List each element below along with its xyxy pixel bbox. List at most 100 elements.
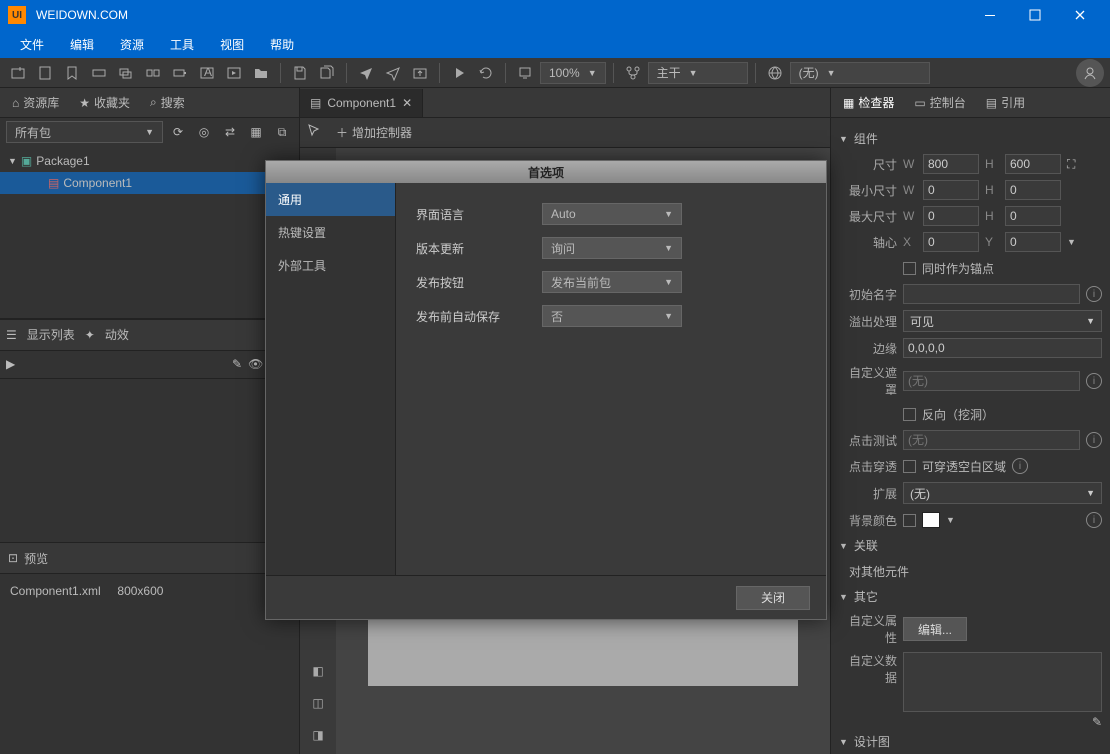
- movie-icon[interactable]: [222, 61, 246, 85]
- menu-file[interactable]: 文件: [8, 32, 56, 57]
- overflow-select[interactable]: 可见▼: [903, 310, 1102, 332]
- package-filter-dropdown[interactable]: 所有包▼: [6, 121, 163, 143]
- label-icon[interactable]: [87, 61, 111, 85]
- align-right-icon[interactable]: ◨: [305, 722, 331, 748]
- hitthrough-checkbox[interactable]: 可穿透空白区域: [903, 458, 1006, 475]
- info-icon[interactable]: i: [1086, 432, 1102, 448]
- eyelash-icon[interactable]: 👁: [248, 357, 263, 371]
- text-icon[interactable]: A: [195, 61, 219, 85]
- color-swatch[interactable]: [922, 512, 940, 528]
- bookmark-icon[interactable]: [60, 61, 84, 85]
- minh-input[interactable]: [1005, 180, 1061, 200]
- swap-icon[interactable]: ⇄: [219, 121, 241, 143]
- battery-icon[interactable]: [168, 61, 192, 85]
- globe-icon[interactable]: [763, 61, 787, 85]
- edit-data-icon[interactable]: ✎: [1092, 715, 1102, 729]
- maxw-input[interactable]: [923, 206, 979, 226]
- tree-component[interactable]: ▤ Component1: [0, 172, 299, 194]
- tab-inspector[interactable]: ▦检查器: [835, 90, 902, 115]
- minw-input[interactable]: [923, 180, 979, 200]
- add-controller-button[interactable]: ＋ 增加控制器: [328, 124, 420, 141]
- section-relation[interactable]: ▼关联: [839, 533, 1102, 558]
- margin-input[interactable]: [903, 338, 1102, 358]
- save-icon[interactable]: [288, 61, 312, 85]
- tab-references[interactable]: ▤引用: [978, 90, 1033, 115]
- user-avatar[interactable]: [1076, 59, 1104, 87]
- edit-icon[interactable]: ✎: [232, 357, 242, 371]
- info-icon[interactable]: i: [1086, 512, 1102, 528]
- save-all-icon[interactable]: [315, 61, 339, 85]
- upload-icon[interactable]: [408, 61, 432, 85]
- menu-help[interactable]: 帮助: [258, 32, 306, 57]
- menu-edit[interactable]: 编辑: [58, 32, 106, 57]
- publish-all-icon[interactable]: [381, 61, 405, 85]
- hittest-input[interactable]: [903, 430, 1080, 450]
- height-input[interactable]: [1005, 154, 1061, 174]
- folder-icon[interactable]: [249, 61, 273, 85]
- refresh-icon[interactable]: [474, 61, 498, 85]
- reverse-checkbox[interactable]: 反向（挖洞）: [903, 406, 994, 423]
- document-tab[interactable]: ▤ Component1 ✕: [300, 89, 423, 117]
- publish-select[interactable]: 发布当前包▼: [542, 271, 682, 293]
- info-icon[interactable]: i: [1086, 286, 1102, 302]
- pivotx-input[interactable]: [923, 232, 979, 252]
- minimize-button[interactable]: [967, 0, 1012, 30]
- side-general[interactable]: 通用: [266, 183, 395, 216]
- package-tree[interactable]: ▼ ▣ Package1 ▤ Component1: [0, 146, 299, 319]
- arrow-tool-icon[interactable]: [306, 123, 322, 142]
- align-left-icon[interactable]: ◧: [305, 658, 331, 684]
- tree-package[interactable]: ▼ ▣ Package1: [0, 150, 299, 172]
- tab-console[interactable]: ▭控制台: [906, 90, 973, 115]
- zoom-dropdown[interactable]: 100%▼: [540, 62, 606, 84]
- menu-resource[interactable]: 资源: [108, 32, 156, 57]
- section-other[interactable]: ▼其它: [839, 584, 1102, 609]
- menu-view[interactable]: 视图: [208, 32, 256, 57]
- lang-select[interactable]: Auto▼: [542, 203, 682, 225]
- edit-button[interactable]: 编辑...: [903, 617, 967, 641]
- menu-tool[interactable]: 工具: [158, 32, 206, 57]
- close-tab-icon[interactable]: ✕: [402, 96, 412, 110]
- device-icon[interactable]: [513, 61, 537, 85]
- bgcolor-checkbox[interactable]: [903, 514, 916, 527]
- stack-icon[interactable]: [114, 61, 138, 85]
- new-package-icon[interactable]: [6, 61, 30, 85]
- extend-select[interactable]: (无)▼: [903, 482, 1102, 504]
- display-list[interactable]: [0, 379, 299, 543]
- sync-icon[interactable]: ⟳: [167, 121, 189, 143]
- locale-dropdown[interactable]: (无)▼: [790, 62, 930, 84]
- pivot-anchor-checkbox[interactable]: 同时作为锚点: [903, 260, 994, 277]
- tab-effects[interactable]: 动效: [105, 326, 129, 343]
- copy-icon[interactable]: ⧉: [271, 121, 293, 143]
- tab-favorites[interactable]: ★收藏夹: [73, 90, 136, 115]
- pivoty-input[interactable]: [1005, 232, 1061, 252]
- close-dialog-button[interactable]: 关闭: [736, 586, 810, 610]
- target-icon[interactable]: ◎: [193, 121, 215, 143]
- update-select[interactable]: 询问▼: [542, 237, 682, 259]
- pivot-dropdown-icon[interactable]: ▼: [1067, 237, 1076, 247]
- info-icon[interactable]: i: [1086, 373, 1102, 389]
- width-input[interactable]: [923, 154, 979, 174]
- tab-display-list[interactable]: 显示列表: [27, 326, 75, 343]
- autosave-select[interactable]: 否▼: [542, 305, 682, 327]
- publish-icon[interactable]: [354, 61, 378, 85]
- color-dropdown-icon[interactable]: ▼: [946, 515, 955, 525]
- tab-library[interactable]: ⌂资源库: [6, 90, 65, 115]
- maxh-input[interactable]: [1005, 206, 1061, 226]
- mask-input[interactable]: [903, 371, 1080, 391]
- new-component-icon[interactable]: [33, 61, 57, 85]
- section-design[interactable]: ▼设计图: [839, 729, 1102, 754]
- custom-data-textarea[interactable]: [903, 652, 1102, 712]
- expand-icon[interactable]: ▼: [8, 156, 17, 166]
- expand-icon[interactable]: ⛶: [1067, 157, 1075, 172]
- layout-icon[interactable]: ▦: [245, 121, 267, 143]
- maximize-button[interactable]: [1012, 0, 1057, 30]
- side-external[interactable]: 外部工具: [266, 249, 395, 282]
- close-button[interactable]: [1057, 0, 1102, 30]
- align-center-icon[interactable]: ◫: [305, 690, 331, 716]
- play-small-icon[interactable]: ▶: [6, 357, 15, 371]
- section-component[interactable]: ▼组件: [839, 126, 1102, 151]
- info-icon[interactable]: i: [1012, 458, 1028, 474]
- tab-preview[interactable]: 预览: [24, 550, 48, 567]
- init-name-input[interactable]: [903, 284, 1080, 304]
- branch-dropdown[interactable]: 主干▼: [648, 62, 748, 84]
